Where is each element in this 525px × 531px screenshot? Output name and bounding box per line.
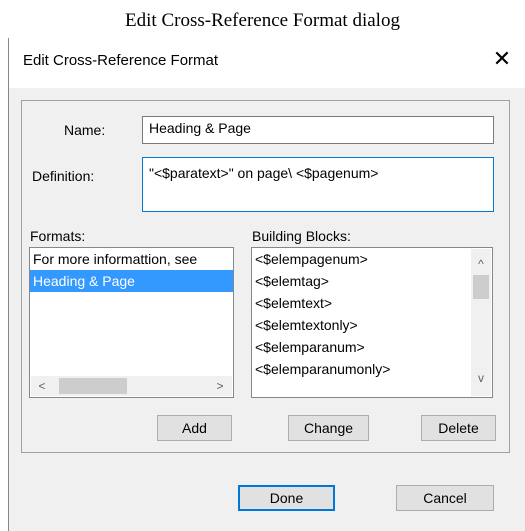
- formats-scroll-thumb[interactable]: [59, 378, 127, 394]
- delete-button[interactable]: Delete: [421, 415, 496, 441]
- scroll-right-icon[interactable]: >: [213, 379, 227, 393]
- list-item[interactable]: <$elemtext>: [252, 292, 492, 314]
- list-item[interactable]: For more informattion, see: [30, 248, 233, 270]
- list-item[interactable]: <$elemtag>: [252, 270, 492, 292]
- edit-cross-reference-format-dialog: Edit Cross-Reference Format ✕ Name: Head…: [8, 38, 525, 531]
- building-blocks-list[interactable]: <$elempagenum> <$elemtag> <$elemtext> <$ele…: [251, 247, 493, 398]
- name-label: Name:: [64, 122, 106, 138]
- building-blocks-vertical-scrollbar[interactable]: ^ v: [471, 249, 491, 396]
- list-item[interactable]: <$elemparanum>: [252, 336, 492, 358]
- building-blocks-label: Building Blocks:: [252, 228, 351, 244]
- cancel-button[interactable]: Cancel: [396, 485, 494, 511]
- change-button[interactable]: Change: [288, 415, 369, 441]
- figure-caption: Edit Cross-Reference Format dialog: [125, 10, 400, 31]
- building-blocks-scroll-thumb[interactable]: [473, 275, 489, 299]
- formats-label: Formats:: [30, 228, 86, 244]
- scroll-down-icon[interactable]: v: [474, 371, 488, 385]
- done-button[interactable]: Done: [238, 485, 335, 511]
- add-button[interactable]: Add: [157, 415, 232, 441]
- format-groupbox: Name: Heading & Page Definition: "<$para…: [21, 100, 510, 453]
- definition-field[interactable]: "<$paratext>" on page\ <$pagenum>: [142, 157, 494, 212]
- dialog-title: Edit Cross-Reference Format: [23, 52, 219, 69]
- name-field[interactable]: Heading & Page: [142, 116, 494, 144]
- title-bar: Edit Cross-Reference Format ✕: [9, 38, 525, 88]
- scroll-left-icon[interactable]: <: [35, 379, 49, 393]
- list-item[interactable]: <$elemparanumonly>: [252, 358, 492, 380]
- formats-horizontal-scrollbar[interactable]: < >: [31, 376, 232, 396]
- dialog-body: Name: Heading & Page Definition: "<$para…: [9, 88, 525, 531]
- list-item[interactable]: <$elemtextonly>: [252, 314, 492, 336]
- formats-list[interactable]: For more informattion, see Heading & Page…: [29, 247, 234, 398]
- scroll-up-icon[interactable]: ^: [474, 257, 488, 271]
- list-item[interactable]: Heading & Page: [30, 270, 233, 292]
- list-item[interactable]: <$elempagenum>: [252, 248, 492, 270]
- close-icon[interactable]: ✕: [490, 46, 514, 72]
- definition-label: Definition:: [32, 168, 95, 184]
